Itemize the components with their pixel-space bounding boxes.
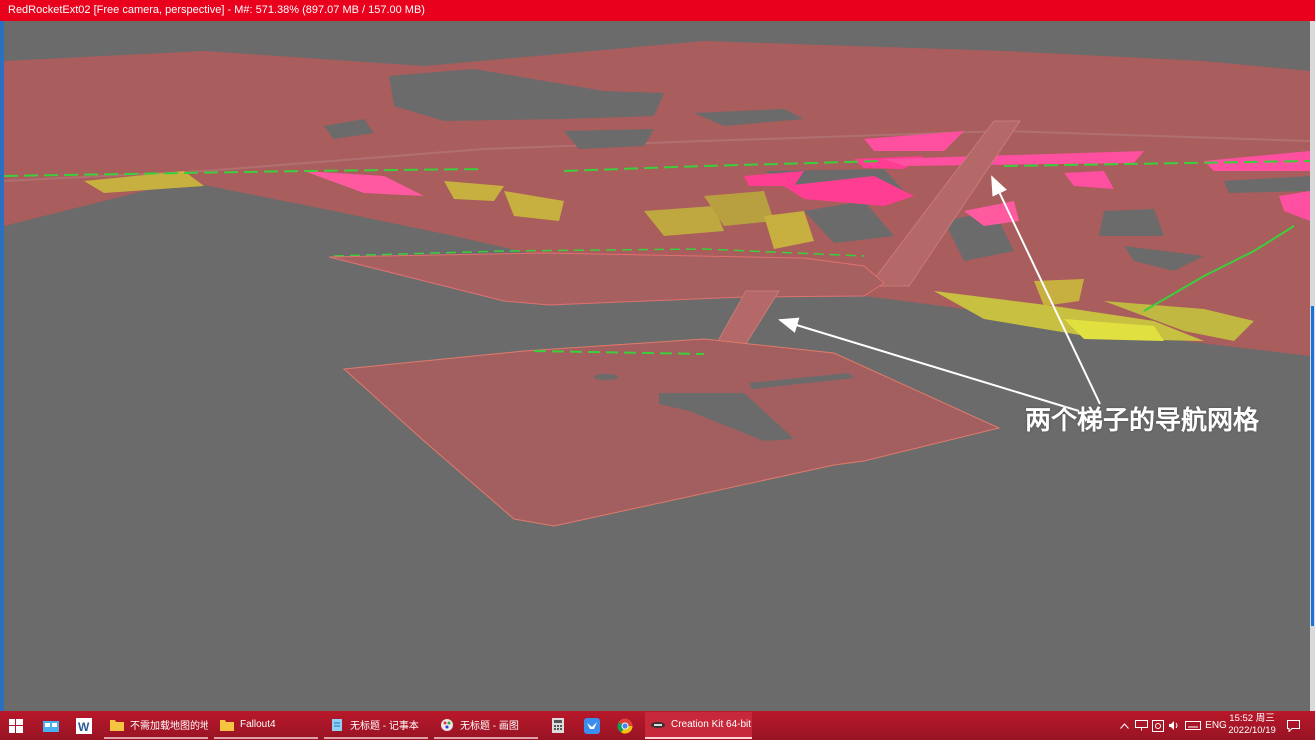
word-icon[interactable]: W	[71, 714, 97, 737]
lower-floor-navmesh	[342, 338, 1001, 527]
taskbar-clock[interactable]: 15:52 周三 2022/10/19	[1222, 713, 1282, 737]
clock-date: 2022/10/19	[1228, 725, 1276, 736]
clock-time: 15:52 周三	[1229, 713, 1275, 724]
taskbar-app-fallout4[interactable]: Fallout4	[214, 712, 318, 739]
bird-app-icon[interactable]	[579, 714, 605, 737]
notification-icon[interactable]	[1284, 711, 1302, 740]
taskbar-app-paint[interactable]: 无标题 - 画图	[434, 712, 538, 739]
notepad-icon	[332, 718, 342, 731]
navmesh-render	[4, 41, 1310, 527]
annotation-label: 两个梯子的导航网格	[1025, 405, 1260, 435]
network-icon[interactable]	[1133, 711, 1149, 740]
paint-icon	[441, 718, 453, 731]
taskbar: W 不需加载地图的地... Fallout4 无标题 - 记事本 无标题 - 画…	[0, 711, 1315, 740]
security-icon[interactable]	[1150, 711, 1166, 740]
volume-icon[interactable]	[1166, 711, 1182, 740]
taskbar-app-notepad[interactable]: 无标题 - 记事本	[324, 712, 428, 739]
viewport-scrollbar[interactable]	[1310, 21, 1315, 711]
scrollbar-thumb[interactable]	[1311, 306, 1314, 626]
folder-icon	[110, 719, 124, 731]
taskbar-app-creation-kit[interactable]: Creation Kit 64-bit	[645, 712, 752, 739]
taskbar-app-map-folder[interactable]: 不需加载地图的地...	[104, 712, 208, 739]
middle-floor-navmesh	[328, 252, 885, 306]
folder-icon	[220, 719, 234, 731]
chrome-icon[interactable]	[612, 714, 638, 737]
chevron-up-icon[interactable]	[1117, 711, 1131, 740]
creation-kit-icon	[651, 721, 665, 728]
windows-logo-icon[interactable]	[3, 714, 29, 737]
file-explorer-icon[interactable]	[38, 714, 64, 737]
render-viewport[interactable]	[4, 21, 1310, 711]
keyboard-icon[interactable]	[1183, 711, 1203, 740]
svg-text:W: W	[78, 720, 90, 734]
window-title: RedRocketExt02 [Free camera, perspective…	[8, 4, 425, 16]
window-title-bar[interactable]: RedRocketExt02 [Free camera, perspective…	[0, 0, 1315, 21]
upper-navmesh	[4, 41, 1310, 356]
calculator-icon[interactable]	[545, 714, 571, 737]
